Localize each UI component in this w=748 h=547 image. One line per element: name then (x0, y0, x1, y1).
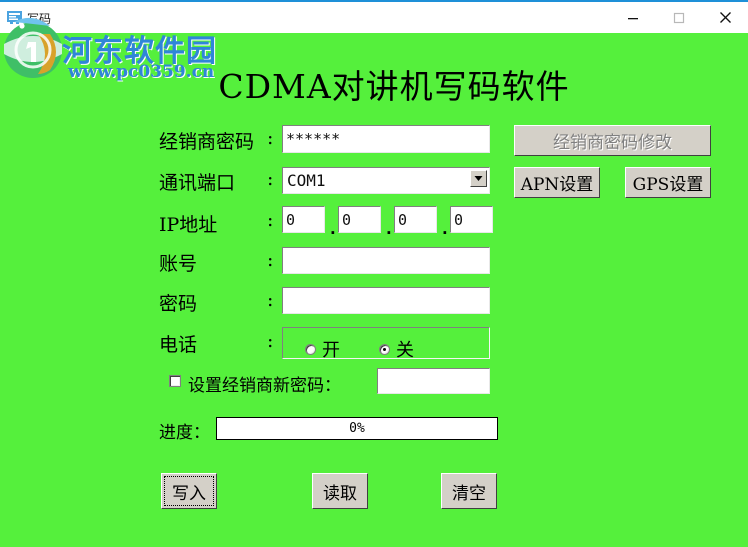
phone-radio-group: 开 关 (282, 327, 490, 362)
change-dealer-password-button[interactable]: 经销商密码修改 (514, 125, 711, 156)
com-port-label: 通讯端口 (159, 172, 236, 194)
maximize-icon (673, 12, 685, 23)
new-dealer-password-checkbox[interactable] (169, 375, 181, 387)
progress-label: 进度： (159, 423, 210, 443)
page-title: CDMA对讲机写码软件 (218, 67, 570, 106)
radio-off-indicator (379, 343, 390, 355)
ip-separator-3: . (442, 220, 448, 238)
minimize-button[interactable] (610, 2, 656, 33)
phone-label: 电话 (159, 334, 198, 356)
ip-separator-2: . (386, 220, 392, 238)
close-icon (719, 12, 731, 23)
account-colon: : (267, 249, 274, 271)
com-port-value: COM1 (287, 171, 326, 190)
ip-octet-4[interactable]: 0 (450, 206, 493, 233)
write-button-label: 写入 (164, 476, 214, 506)
ip-octet-2[interactable]: 0 (338, 206, 381, 233)
window-title: 写码 (27, 12, 52, 26)
phone-radio-on[interactable]: 开 (305, 336, 340, 362)
title-bar: 写码 (0, 0, 748, 33)
dealer-password-label: 经销商密码 (159, 131, 255, 153)
ip-octet-3[interactable]: 0 (394, 206, 437, 233)
ip-separator-1: . (330, 220, 336, 238)
ip-address-colon: : (267, 209, 274, 231)
phone-radio-off-label: 关 (396, 340, 414, 361)
phone-radio-off[interactable]: 关 (379, 336, 414, 362)
new-dealer-password-input[interactable] (377, 368, 490, 394)
minimize-icon (628, 17, 638, 19)
gps-settings-button[interactable]: GPS设置 (625, 167, 711, 198)
clear-button[interactable]: 清空 (441, 473, 497, 509)
com-port-select[interactable]: COM1 (282, 167, 490, 194)
app-window-icon (6, 9, 23, 26)
chevron-down-icon (474, 176, 483, 181)
phone-colon: : (267, 330, 274, 352)
account-input[interactable] (282, 247, 490, 274)
password-input[interactable] (282, 287, 490, 314)
close-button[interactable] (702, 2, 748, 33)
dealer-password-input[interactable]: ****** (282, 125, 490, 153)
new-dealer-password-label: 设置经销商新密码： (188, 376, 341, 396)
apn-settings-button[interactable]: APN设置 (514, 167, 600, 198)
radio-on-indicator (305, 343, 316, 355)
com-port-colon: : (267, 168, 274, 190)
maximize-button[interactable] (656, 2, 702, 33)
ip-octet-1[interactable]: 0 (282, 206, 325, 233)
account-label: 账号 (159, 253, 198, 275)
write-button[interactable]: 写入 (161, 473, 217, 509)
ip-address-label: IP地址 (159, 214, 218, 236)
read-button[interactable]: 读取 (312, 473, 368, 509)
password-label: 密码 (159, 293, 198, 315)
dealer-password-colon: : (267, 127, 274, 149)
progress-bar: 0% (216, 417, 498, 440)
com-port-dropdown-button[interactable] (470, 170, 487, 187)
phone-radio-on-label: 开 (322, 340, 340, 361)
password-colon: : (267, 289, 274, 311)
